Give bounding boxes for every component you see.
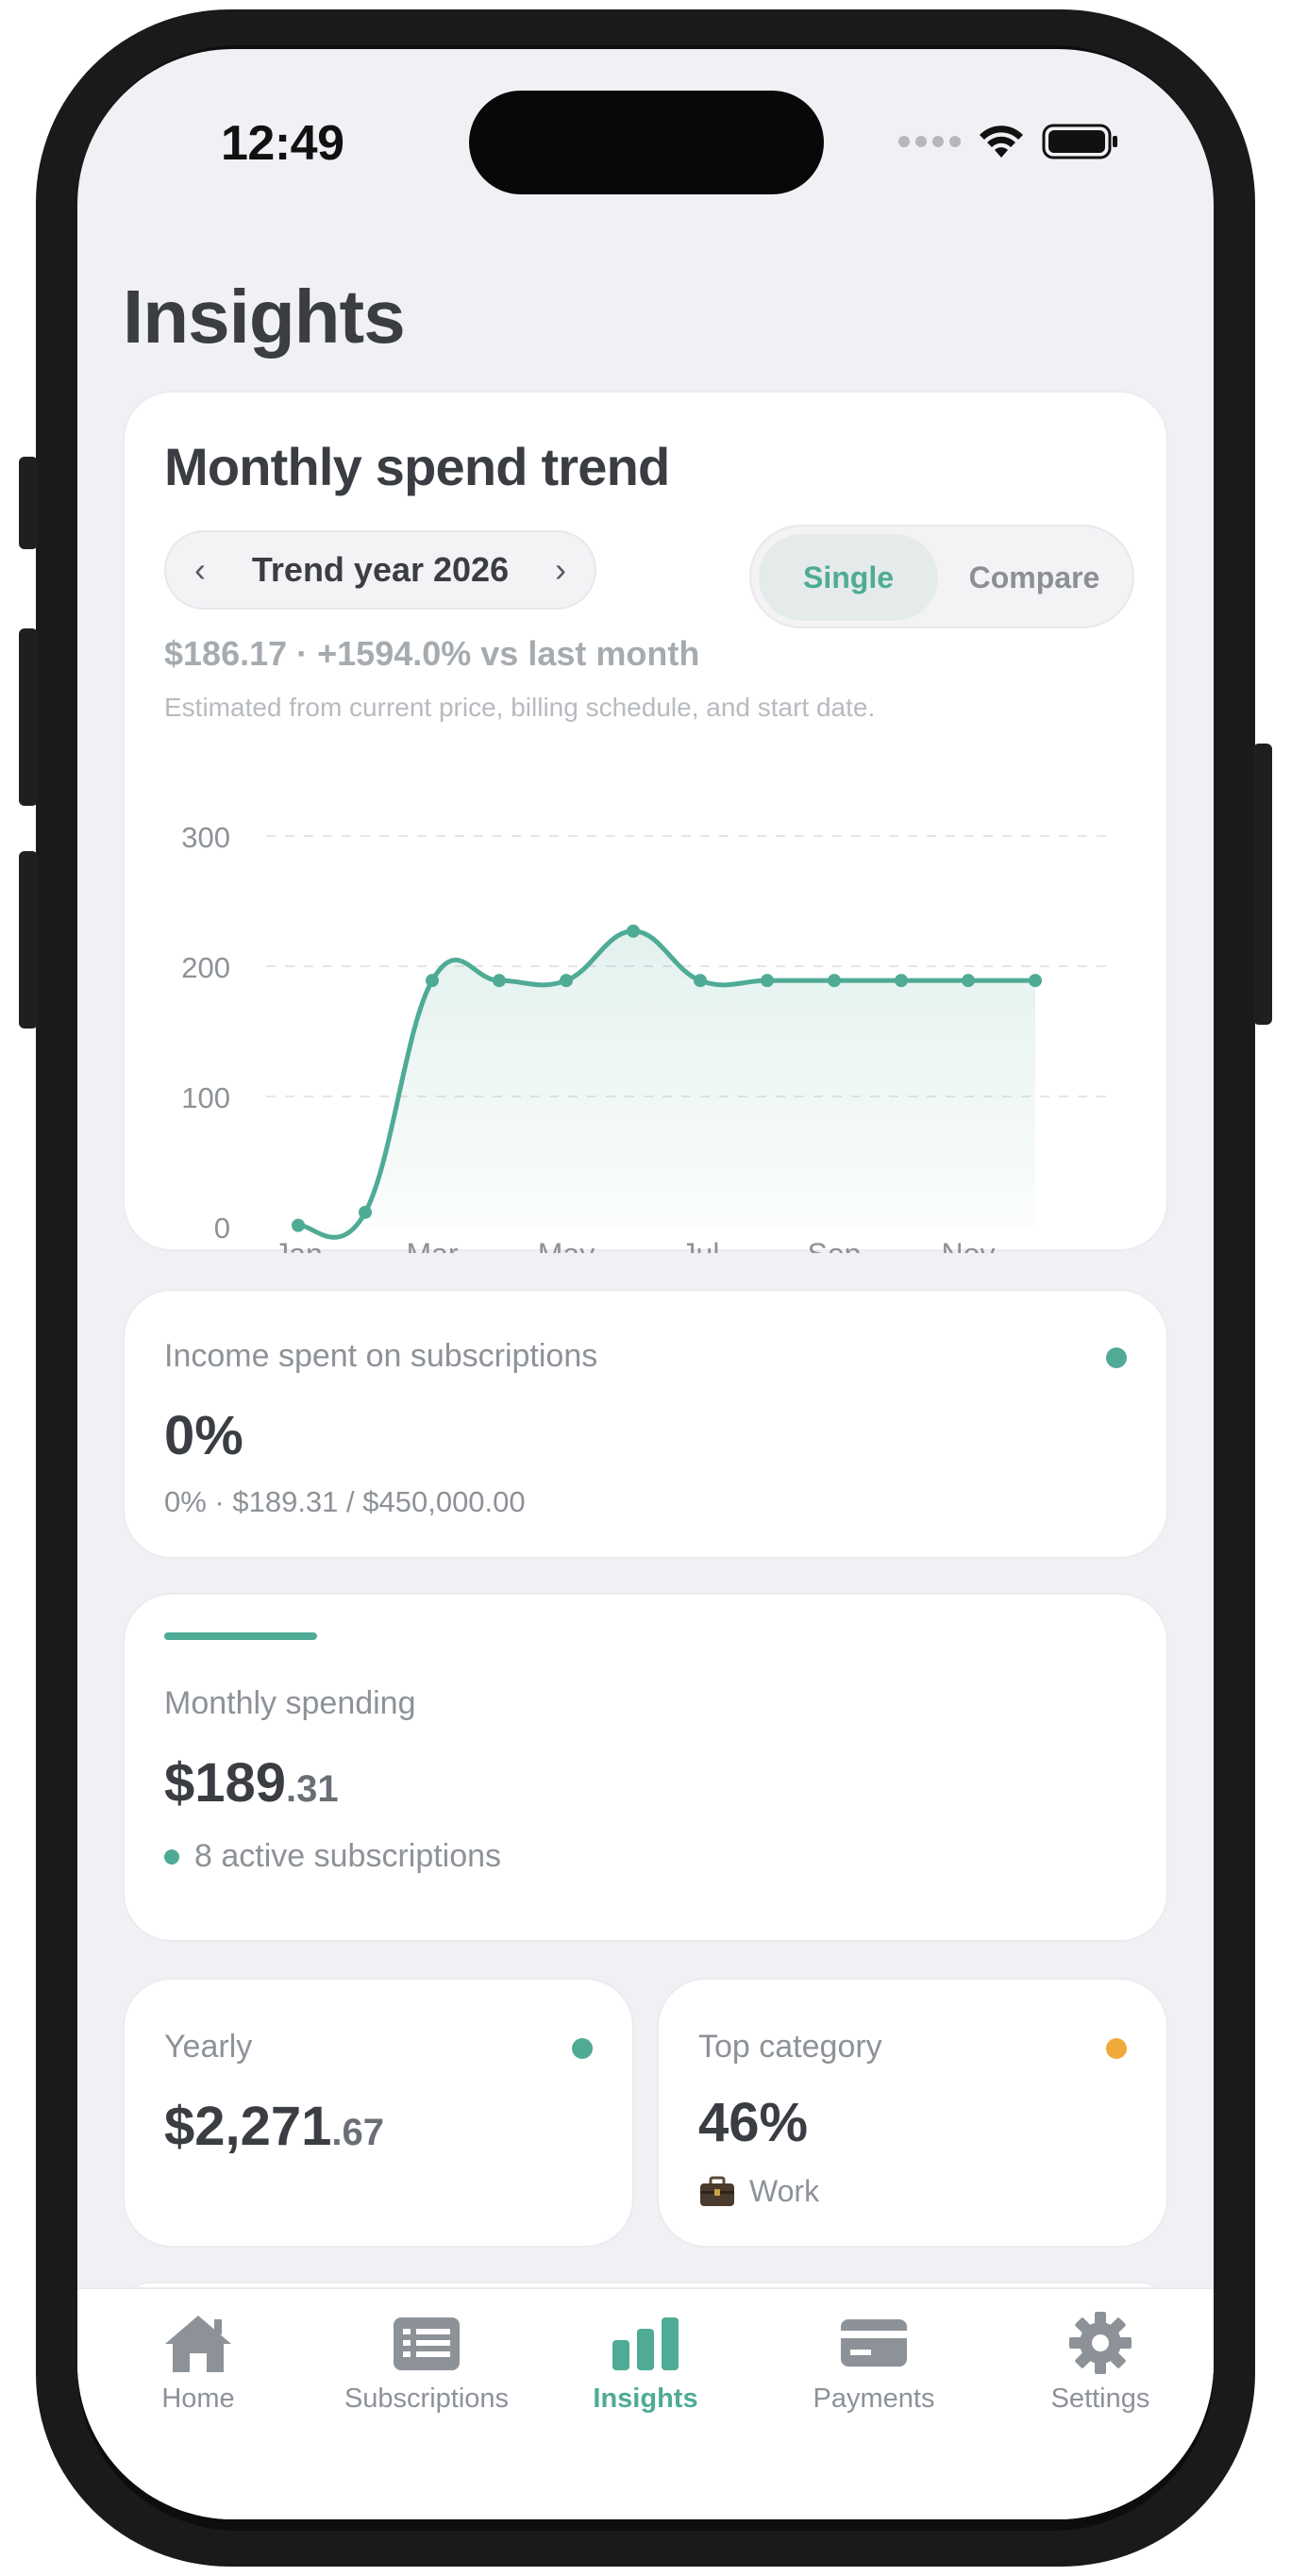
top-category-name-row: Work xyxy=(698,2174,819,2209)
top-category-value: 46% xyxy=(698,2092,809,2153)
yearly-label: Yearly xyxy=(164,2029,253,2065)
status-dot xyxy=(1106,2038,1127,2059)
data-point xyxy=(828,974,841,988)
y-tick-label: 300 xyxy=(181,821,230,854)
yearly-value: $2,271.67 xyxy=(164,2095,384,2158)
status-icons xyxy=(898,123,1119,160)
x-tick-label: May xyxy=(538,1237,595,1253)
monthly-value-cents: .31 xyxy=(286,1768,339,1810)
power-button xyxy=(1253,744,1272,1025)
battery-icon xyxy=(1042,124,1117,159)
data-point xyxy=(292,1218,305,1232)
tab-label: Subscriptions xyxy=(344,2384,510,2414)
tab-label: Settings xyxy=(1050,2384,1150,2414)
data-point xyxy=(694,974,707,988)
y-tick-label: 200 xyxy=(181,951,230,984)
briefcase-icon xyxy=(700,2176,734,2206)
dynamic-island xyxy=(469,91,824,194)
cellular-signal-icon xyxy=(898,136,961,147)
volume-down-button xyxy=(19,851,38,1029)
data-point xyxy=(493,974,506,988)
series-area xyxy=(298,930,1035,1238)
tab-subscriptions[interactable]: Subscriptions xyxy=(313,2312,540,2415)
tab-label: Insights xyxy=(593,2384,698,2414)
wifi-icon xyxy=(980,125,1023,158)
house-icon xyxy=(165,2316,231,2372)
active-subscriptions: 8 active subscriptions xyxy=(164,1838,501,1875)
status-time: 12:49 xyxy=(221,116,344,171)
yearly-value-cents: .67 xyxy=(331,2112,385,2153)
tab-bar: Home Subscriptions Insights Payments Set… xyxy=(77,2287,1214,2519)
active-dot xyxy=(164,1848,179,1865)
tab-payments[interactable]: Payments xyxy=(761,2312,987,2415)
monthly-label: Monthly spending xyxy=(164,1685,416,1721)
volume-up-button xyxy=(19,628,38,806)
app-screen: 12:49 Insights Monthly spend trend ‹ Tre… xyxy=(77,49,1214,2519)
yearly-card[interactable]: Yearly $2,271.67 xyxy=(123,1978,634,2248)
x-tick-label: Mar xyxy=(406,1237,458,1253)
income-detail: 0% · $189.31 / $450,000.00 xyxy=(164,1485,526,1518)
data-point xyxy=(627,924,640,938)
monthly-value-main: $189 xyxy=(164,1752,287,1814)
y-tick-label: 0 xyxy=(214,1212,230,1245)
top-category-card[interactable]: Top category 46% Work xyxy=(657,1978,1168,2248)
data-point xyxy=(359,1205,372,1219)
data-point xyxy=(895,974,908,988)
data-point xyxy=(962,974,975,988)
status-dot xyxy=(1106,1347,1127,1368)
tab-label: Payments xyxy=(813,2384,935,2414)
income-label: Income spent on subscriptions xyxy=(164,1338,598,1374)
x-tick-label: Sep xyxy=(808,1237,862,1253)
data-point xyxy=(761,974,774,988)
income-spent-card[interactable]: Income spent on subscriptions 0% 0% · $1… xyxy=(123,1289,1168,1559)
page-title: Insights xyxy=(123,275,406,359)
x-tick-label: Nov xyxy=(942,1237,996,1253)
status-dot xyxy=(572,2038,593,2059)
x-tick-label: Jan xyxy=(274,1237,323,1253)
action-button xyxy=(19,457,38,549)
spend-trend-chart: 0 100 200 300 Jan Mar May Jul Sep Nov xyxy=(181,821,1115,1253)
data-point xyxy=(1029,974,1042,988)
gear-icon xyxy=(1069,2312,1132,2374)
y-tick-label: 100 xyxy=(181,1081,230,1114)
data-point xyxy=(426,974,439,988)
accent-bar xyxy=(164,1632,317,1640)
card-icon xyxy=(841,2319,907,2367)
top-category-label: Top category xyxy=(698,2029,882,2065)
tab-label: Home xyxy=(161,2384,235,2414)
tab-home[interactable]: Home xyxy=(85,2312,311,2415)
yearly-value-main: $2,271 xyxy=(164,2096,332,2157)
tab-insights[interactable]: Insights xyxy=(532,2312,759,2415)
top-category-name: Work xyxy=(749,2174,820,2208)
monthly-spend-trend-card: Monthly spend trend ‹ Trend year 2026 › … xyxy=(123,391,1168,1253)
data-point xyxy=(560,974,573,988)
income-value: 0% xyxy=(164,1405,243,1466)
x-tick-label: Jul xyxy=(681,1237,720,1253)
list-icon xyxy=(394,2317,460,2370)
monthly-spending-card[interactable]: Monthly spending $189.31 8 active subscr… xyxy=(123,1593,1168,1942)
monthly-value: $189.31 xyxy=(164,1751,339,1815)
active-subscriptions-label: 8 active subscriptions xyxy=(194,1838,502,1874)
tab-settings[interactable]: Settings xyxy=(987,2312,1214,2415)
bar-chart-icon xyxy=(612,2317,679,2370)
